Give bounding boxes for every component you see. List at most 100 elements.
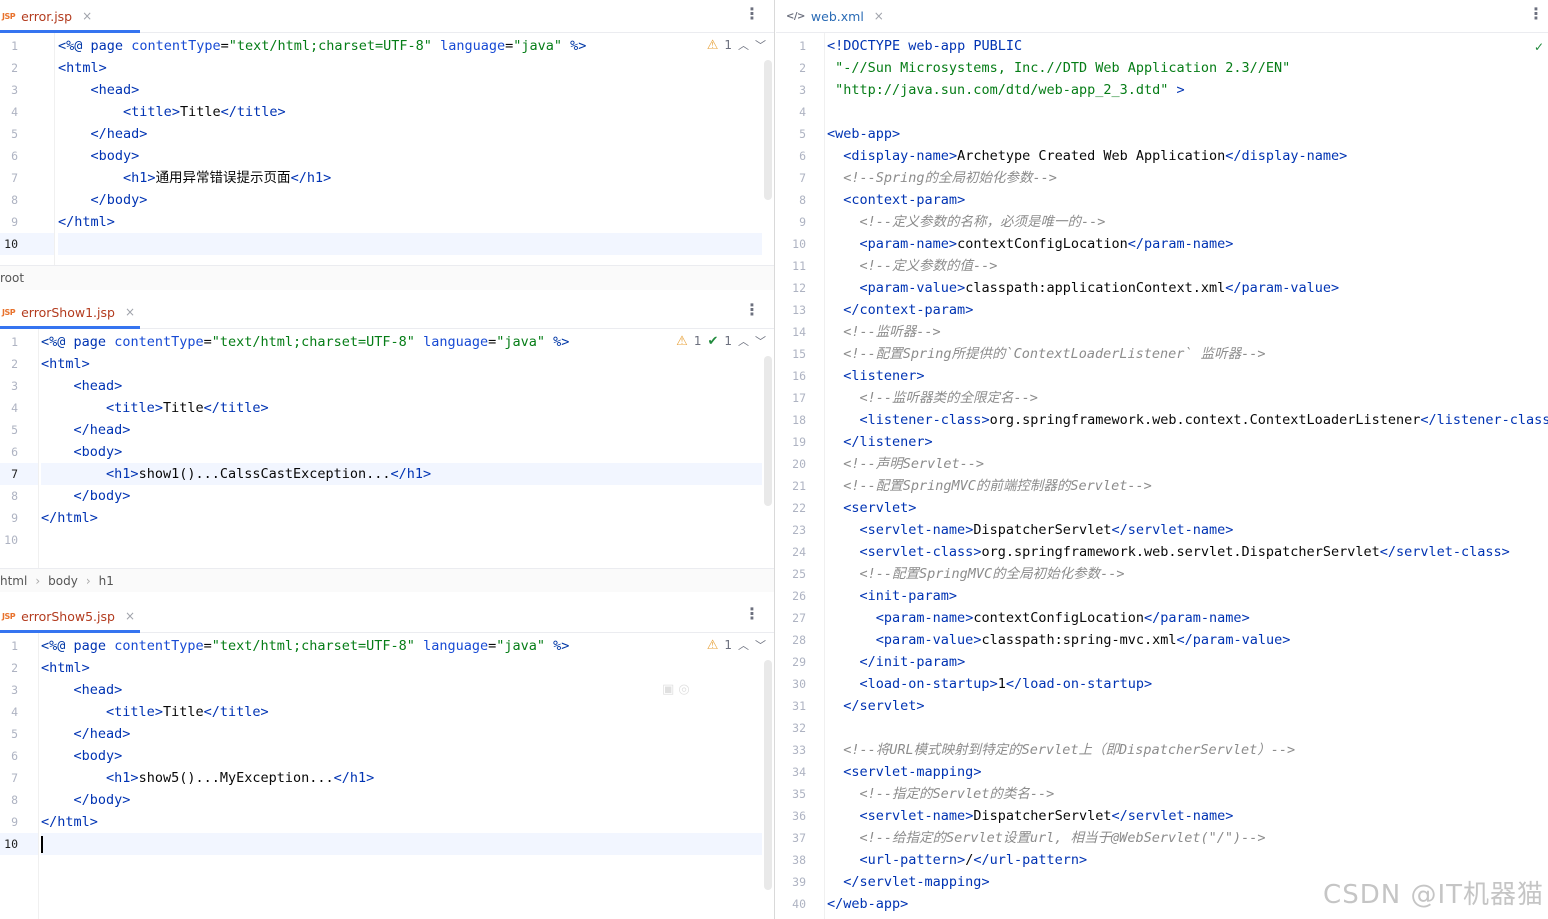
line-number[interactable]: 5 bbox=[0, 419, 18, 441]
line-number[interactable]: 9 bbox=[0, 507, 18, 529]
more-options-icon[interactable]: ⋮ bbox=[1528, 4, 1544, 23]
code-line[interactable]: <servlet-name>DispatcherServlet</servlet… bbox=[827, 805, 1548, 827]
code-line[interactable]: </head> bbox=[41, 419, 762, 441]
code-area[interactable]: <%@ page contentType="text/html;charset=… bbox=[41, 329, 762, 592]
code-line[interactable]: <%@ page contentType="text/html;charset=… bbox=[41, 331, 762, 353]
line-number[interactable]: 7 bbox=[0, 767, 18, 789]
line-number[interactable]: 30 bbox=[776, 673, 806, 695]
code-line[interactable]: <%@ page contentType="text/html;charset=… bbox=[58, 35, 762, 57]
scrollbar[interactable] bbox=[764, 660, 772, 890]
code-line[interactable] bbox=[58, 233, 762, 255]
more-options-icon[interactable]: ⋮ bbox=[744, 604, 760, 623]
code-line[interactable]: <listener> bbox=[827, 365, 1548, 387]
code-line[interactable]: <param-value>classpath:spring-mvc.xml</p… bbox=[827, 629, 1548, 651]
code-line[interactable]: </head> bbox=[41, 723, 762, 745]
more-options-icon[interactable]: ⋮ bbox=[744, 4, 760, 23]
code-line[interactable]: <load-on-startup>1</load-on-startup> bbox=[827, 673, 1548, 695]
code-line[interactable]: <title>Title</title> bbox=[41, 397, 762, 419]
line-number[interactable]: 24 bbox=[776, 541, 806, 563]
code-line[interactable]: <servlet-name>DispatcherServlet</servlet… bbox=[827, 519, 1548, 541]
code-line[interactable]: <!--定义参数的值--> bbox=[827, 255, 1548, 277]
code-line[interactable]: </servlet> bbox=[827, 695, 1548, 717]
line-number[interactable]: 8 bbox=[776, 189, 806, 211]
line-number[interactable]: 1 bbox=[0, 35, 18, 57]
code-line[interactable]: </html> bbox=[41, 811, 762, 833]
code-line[interactable]: <html> bbox=[41, 353, 762, 375]
code-line[interactable]: <html> bbox=[41, 657, 762, 679]
line-number[interactable]: 2 bbox=[0, 353, 18, 375]
line-number[interactable]: 5 bbox=[0, 123, 18, 145]
code-line[interactable]: <servlet> bbox=[827, 497, 1548, 519]
code-line[interactable]: <servlet-class>org.springframework.web.s… bbox=[827, 541, 1548, 563]
line-number[interactable]: 3 bbox=[0, 375, 18, 397]
line-number[interactable]: 28 bbox=[776, 629, 806, 651]
code-line[interactable]: </html> bbox=[58, 211, 762, 233]
code-line[interactable]: <servlet-mapping> bbox=[827, 761, 1548, 783]
line-number[interactable]: 33 bbox=[776, 739, 806, 761]
line-number[interactable]: 8 bbox=[0, 789, 18, 811]
line-number[interactable]: 9 bbox=[0, 211, 18, 233]
code-line[interactable]: <%@ page contentType="text/html;charset=… bbox=[41, 635, 762, 657]
code-line[interactable]: <head> bbox=[58, 79, 762, 101]
code-line[interactable]: <param-name>contextConfigLocation</param… bbox=[827, 233, 1548, 255]
line-number[interactable]: 11 bbox=[776, 255, 806, 277]
line-number[interactable]: 2 bbox=[0, 57, 18, 79]
code-line[interactable]: <!--声明Servlet--> bbox=[827, 453, 1548, 475]
line-number[interactable]: 40 bbox=[776, 893, 806, 915]
code-area[interactable]: <%@ page contentType="text/html;charset=… bbox=[58, 33, 762, 290]
line-number[interactable]: 15 bbox=[776, 343, 806, 365]
code-line[interactable]: </context-param> bbox=[827, 299, 1548, 321]
line-number[interactable]: 19 bbox=[776, 431, 806, 453]
code-line[interactable] bbox=[41, 529, 762, 551]
line-number[interactable]: 9 bbox=[0, 811, 18, 833]
code-line[interactable] bbox=[827, 101, 1548, 123]
line-number[interactable]: 5 bbox=[776, 123, 806, 145]
line-number[interactable]: 39 bbox=[776, 871, 806, 893]
code-line[interactable]: </head> bbox=[58, 123, 762, 145]
scrollbar[interactable] bbox=[764, 356, 772, 506]
code-line[interactable]: <!--Spring的全局初始化参数--> bbox=[827, 167, 1548, 189]
code-line[interactable]: "http://java.sun.com/dtd/web-app_2_3.dtd… bbox=[827, 79, 1548, 101]
code-line[interactable]: <param-name>contextConfigLocation</param… bbox=[827, 607, 1548, 629]
breadcrumb-item[interactable]: html bbox=[0, 574, 27, 588]
line-number[interactable]: 7 bbox=[0, 463, 18, 485]
code-line[interactable]: </body> bbox=[41, 789, 762, 811]
code-line[interactable]: <listener-class>org.springframework.web.… bbox=[827, 409, 1548, 431]
code-line[interactable]: </body> bbox=[58, 189, 762, 211]
code-line[interactable] bbox=[827, 717, 1548, 739]
code-line[interactable]: <url-pattern>/</url-pattern> bbox=[827, 849, 1548, 871]
line-number[interactable]: 31 bbox=[776, 695, 806, 717]
line-number[interactable]: 3 bbox=[0, 79, 18, 101]
line-number[interactable]: 5 bbox=[0, 723, 18, 745]
line-number[interactable]: 1 bbox=[0, 331, 18, 353]
line-number[interactable]: 7 bbox=[0, 167, 18, 189]
code-line[interactable]: <title>Title</title> bbox=[58, 101, 762, 123]
code-line[interactable]: <web-app> bbox=[827, 123, 1548, 145]
code-line[interactable]: <head> bbox=[41, 679, 762, 701]
line-number[interactable]: 34 bbox=[776, 761, 806, 783]
line-number[interactable]: 26 bbox=[776, 585, 806, 607]
breadcrumb-item[interactable]: h1 bbox=[99, 574, 114, 588]
line-number[interactable]: 4 bbox=[0, 101, 18, 123]
line-number[interactable]: 6 bbox=[0, 441, 18, 463]
line-number[interactable]: 7 bbox=[776, 167, 806, 189]
code-area[interactable]: <!DOCTYPE web-app PUBLIC "-//Sun Microsy… bbox=[827, 33, 1548, 919]
line-number[interactable]: 36 bbox=[776, 805, 806, 827]
line-number[interactable]: 4 bbox=[776, 101, 806, 123]
code-line[interactable]: </html> bbox=[41, 507, 762, 529]
line-number[interactable]: 8 bbox=[0, 485, 18, 507]
tab-web-xml[interactable]: </> web.xml × bbox=[776, 0, 894, 32]
code-line[interactable]: <body> bbox=[58, 145, 762, 167]
line-number[interactable]: 32 bbox=[776, 717, 806, 739]
code-line[interactable]: <!--配置SpringMVC的前端控制器的Servlet--> bbox=[827, 475, 1548, 497]
code-line[interactable] bbox=[41, 833, 762, 855]
code-area[interactable]: <%@ page contentType="text/html;charset=… bbox=[41, 633, 762, 919]
code-line[interactable]: <head> bbox=[41, 375, 762, 397]
code-line[interactable]: <!--监听器类的全限定名--> bbox=[827, 387, 1548, 409]
code-line[interactable]: </body> bbox=[41, 485, 762, 507]
line-number[interactable]: 9 bbox=[776, 211, 806, 233]
tab-error-jsp[interactable]: JSP error.jsp × bbox=[0, 0, 140, 33]
code-line[interactable]: <!--定义参数的名称，必须是唯一的--> bbox=[827, 211, 1548, 233]
line-number[interactable]: 10 bbox=[0, 529, 18, 551]
code-line[interactable]: <param-value>classpath:applicationContex… bbox=[827, 277, 1548, 299]
